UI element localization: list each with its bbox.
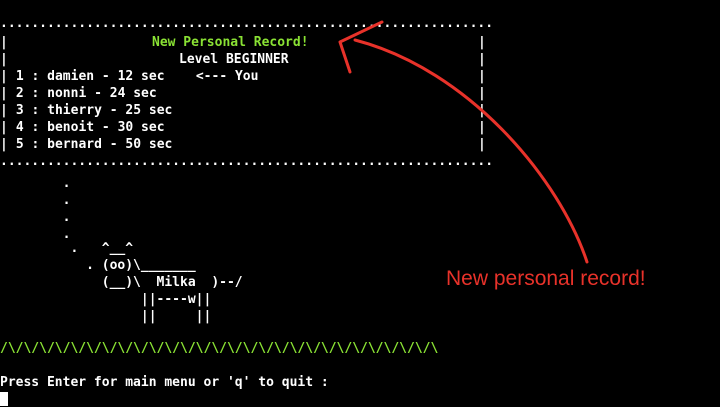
border-right: | <box>478 35 486 50</box>
border-right: | <box>478 120 486 135</box>
cow-art-line: . <box>0 176 71 191</box>
terminal-window[interactable]: ........................................… <box>0 0 720 407</box>
border-right: | <box>478 86 486 101</box>
border-left: | <box>0 103 8 118</box>
score-row-2: 2 : nonni - 24 sec <box>8 86 157 101</box>
score-row-1: 1 : damien - 12 sec <--- You <box>8 69 259 84</box>
border-left: | <box>0 35 8 50</box>
score-row-4: 4 : benoit - 30 sec <box>8 120 165 135</box>
cow-art-line: (__)\ Milka )--/ <box>0 275 243 290</box>
border-left: | <box>0 52 8 67</box>
quit-prompt: Press Enter for main menu or 'q' to quit… <box>0 375 337 390</box>
border-left: | <box>0 137 8 152</box>
border-right: | <box>478 69 486 84</box>
border-left: | <box>0 86 8 101</box>
border-right: | <box>478 52 486 67</box>
scoreboard-top-border: ........................................… <box>0 16 494 31</box>
score-row-5: 5 : bernard - 50 sec <box>8 137 173 152</box>
cow-art-line: . <box>0 210 71 225</box>
cow-art-line: ||----w|| <box>0 292 212 307</box>
cow-art-line: . (oo)\_______ <box>0 258 196 273</box>
scoreboard-bottom-border: ........................................… <box>0 154 494 169</box>
text-cursor[interactable] <box>0 392 8 406</box>
cow-art-line: . ^__^ <box>0 241 134 256</box>
annotation-label: New personal record! <box>446 267 646 290</box>
cow-art-line: . <box>0 193 71 208</box>
border-right: | <box>478 137 486 152</box>
border-right: | <box>478 103 486 118</box>
grass-line: /\/\/\/\/\/\/\/\/\/\/\/\/\/\/\/\/\/\/\/\… <box>0 341 439 356</box>
score-row-3: 3 : thierry - 25 sec <box>8 103 173 118</box>
level-label: Level BEGINNER <box>179 52 289 67</box>
cow-art-line: || || <box>0 309 212 324</box>
border-left: | <box>0 120 8 135</box>
border-left: | <box>0 69 8 84</box>
new-record-heading: New Personal Record! <box>152 35 309 50</box>
